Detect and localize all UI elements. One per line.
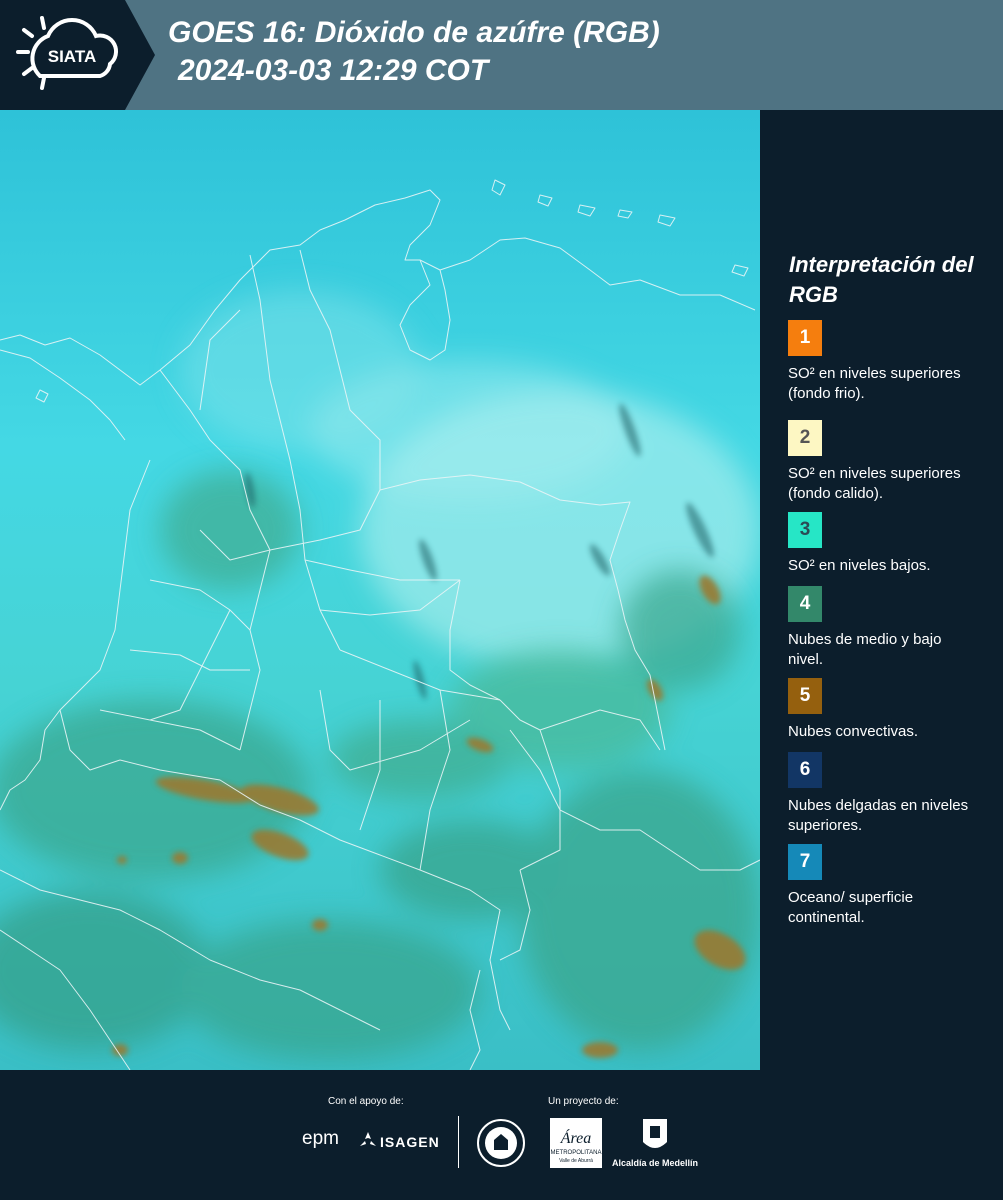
footer-divider — [458, 1116, 459, 1168]
legend-panel: Interpretación del RGB 1 SO² en niveles s… — [760, 110, 1003, 1070]
legend-label: Nubes delgadas en niveles superiores. — [788, 797, 969, 834]
legend-label: Oceano/ superficie continental. — [788, 889, 914, 926]
legend-swatch: 4 — [788, 586, 822, 622]
siata-logo-text: SIATA — [48, 47, 96, 66]
satellite-map[interactable] — [0, 110, 760, 1070]
legend-label: SO² en niveles superiores (fondo frio). — [788, 365, 961, 402]
support-label: Con el apoyo de: — [328, 1096, 404, 1107]
header-bar: SIATA GOES 16: Dióxido de azúfre (RGB) 20… — [0, 0, 1003, 110]
epm-logo: epm — [302, 1128, 339, 1149]
legend-item-6: 6 Nubes delgadas en niveles superiores. — [788, 752, 988, 836]
area-logo-sub: METROPOLITANA — [551, 1150, 602, 1156]
legend-item-3: 3 SO² en niveles bajos. — [788, 512, 988, 576]
legend-item-5: 5 Nubes convectivas. — [788, 678, 988, 742]
legend-swatch: 6 — [788, 752, 822, 788]
project-label: Un proyecto de: — [548, 1096, 619, 1107]
legend-item-7: 7 Oceano/ superficie continental. — [788, 844, 988, 928]
legend-label: Nubes de medio y bajo nivel. — [788, 631, 942, 668]
siata-logo: SIATA — [16, 16, 118, 90]
medellin-seal-icon — [477, 1119, 525, 1167]
page-title: GOES 16: Dióxido de azúfre (RGB) 2024-03-… — [168, 14, 660, 90]
footer: Con el apoyo de: Un proyecto de: epm ISA… — [0, 1070, 1003, 1200]
legend-item-4: 4 Nubes de medio y bajo nivel. — [788, 586, 988, 670]
alcaldia-shield-icon — [643, 1119, 667, 1148]
legend-swatch: 1 — [788, 320, 822, 356]
isagen-logo: ISAGEN — [380, 1134, 440, 1150]
legend-item-1: 1 SO² en niveles superiores (fondo frio). — [788, 320, 988, 404]
area-metropolitana-logo: Área METROPOLITANA Valle de Aburrá — [550, 1118, 602, 1168]
isagen-icon — [360, 1132, 376, 1146]
area-logo-main: Área — [560, 1128, 592, 1147]
legend-label: SO² en niveles superiores (fondo calido)… — [788, 465, 961, 502]
area-logo-sub2: Valle de Aburrá — [559, 1158, 593, 1164]
legend-swatch: 5 — [788, 678, 822, 714]
legend-item-2: 2 SO² en niveles superiores (fondo calido… — [788, 420, 988, 504]
legend-label: SO² en niveles bajos. — [788, 557, 931, 574]
legend-label: Nubes convectivas. — [788, 723, 919, 740]
title-line-2: 2024-03-03 12:29 COT — [178, 54, 489, 87]
legend-swatch: 2 — [788, 420, 822, 456]
title-line-1: GOES 16: Dióxido de azúfre (RGB) — [168, 16, 660, 49]
legend-title: Interpretación del RGB — [789, 252, 974, 307]
legend-swatch: 3 — [788, 512, 822, 548]
map-svg — [0, 110, 760, 1070]
legend-swatch: 7 — [788, 844, 822, 880]
alcaldia-text: Alcaldía de Medellín — [612, 1158, 699, 1168]
